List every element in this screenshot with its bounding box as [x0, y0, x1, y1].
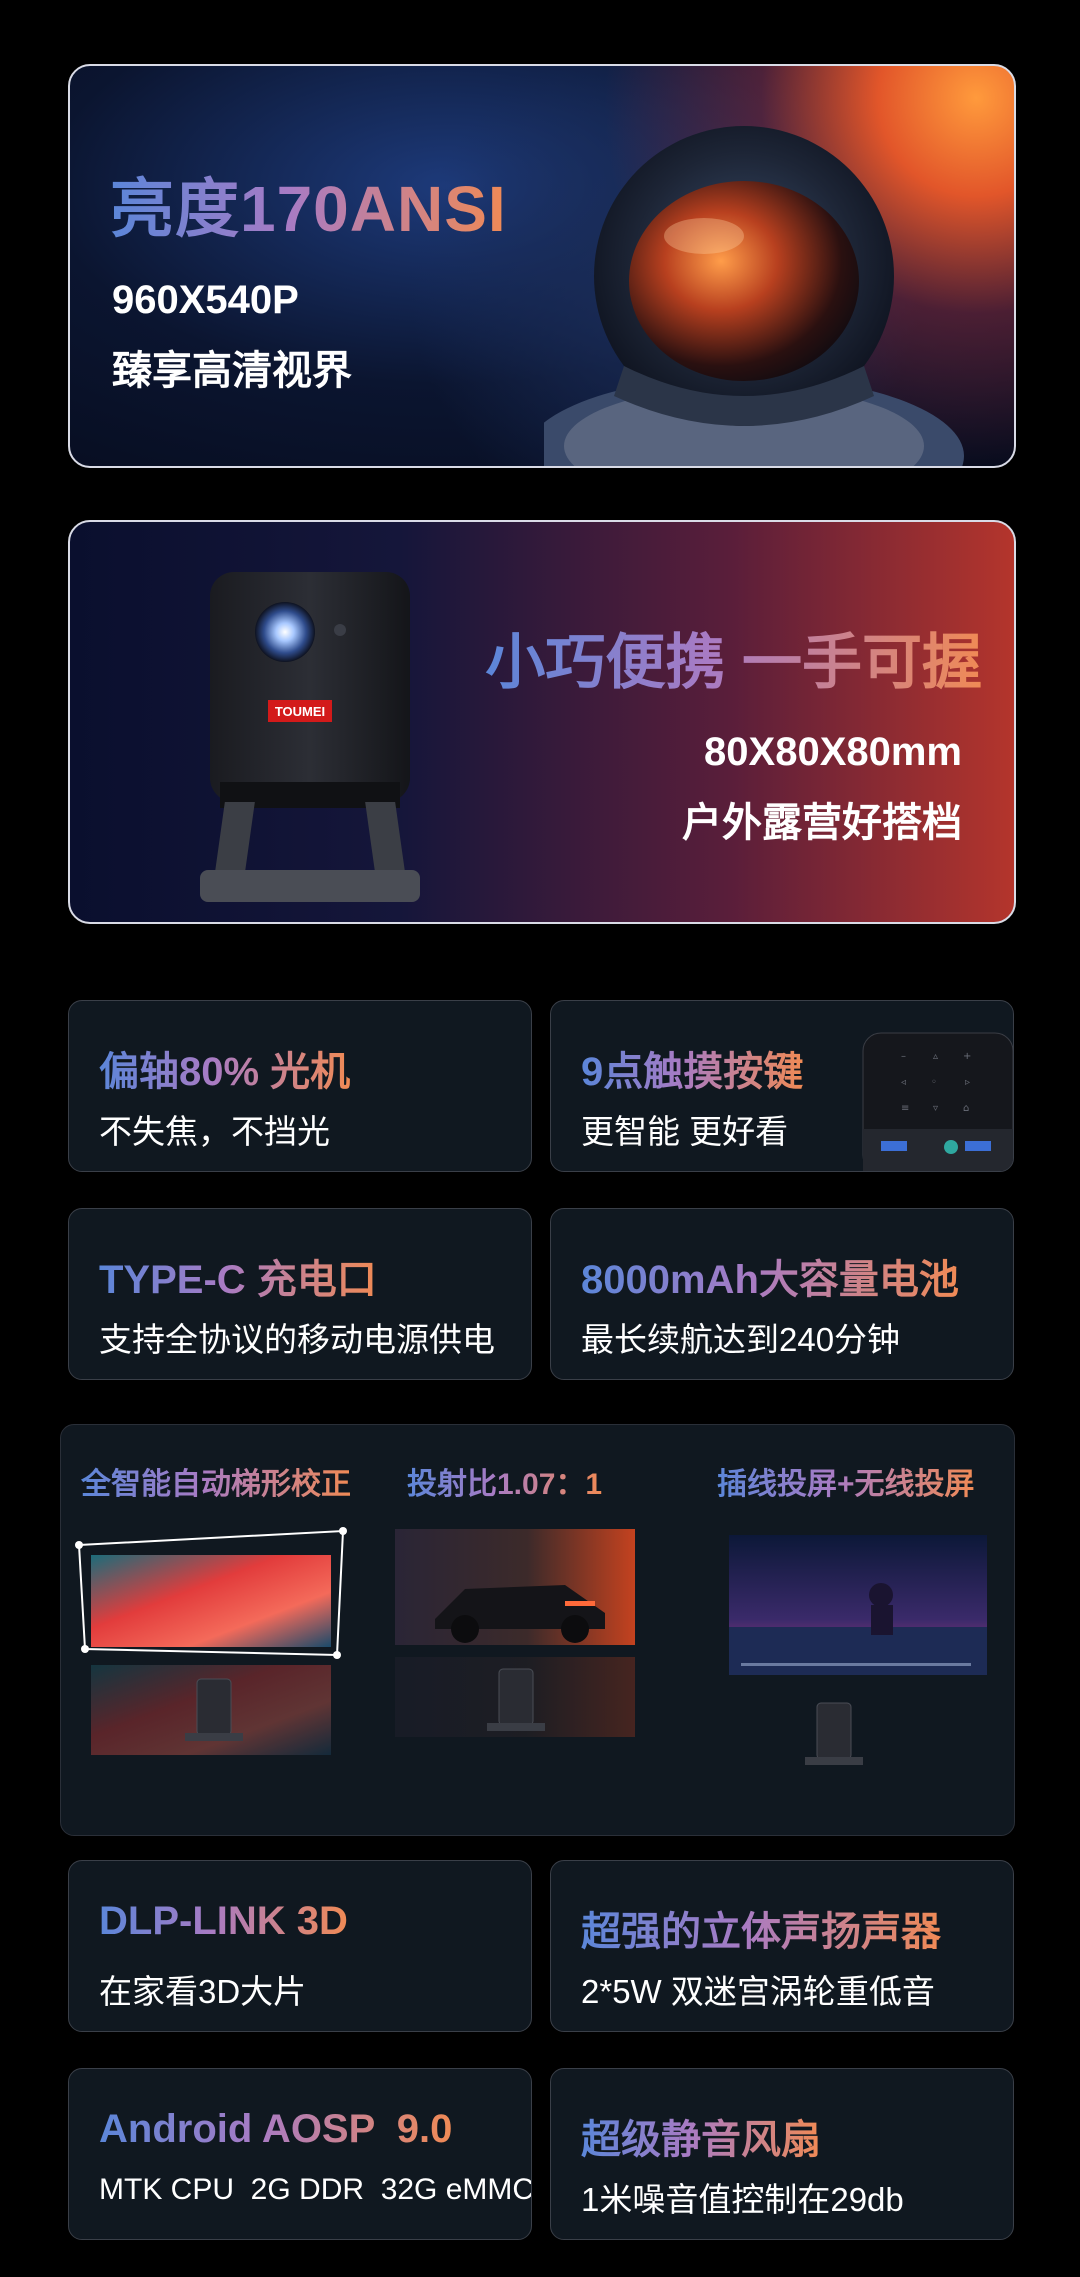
svg-text:+: + [963, 1051, 971, 1062]
camping-slogan: 户外露营好搭档 [682, 801, 962, 845]
feature-card-touch-keys: 9点触摸按键 更智能 更好看 – ▵ + ◃ ◦ ▹ ≡ ▿ ⌂ [550, 1000, 1014, 1172]
feature-card-android: Android AOSP 9.0 MTK CPU 2G DDR 32G eMMC [68, 2068, 532, 2240]
feature-card-fan: 超级静音风扇 1米噪音值控制在29db [550, 2068, 1014, 2240]
throw-ratio-title: 投射比1.07：1 [407, 1459, 602, 1503]
feature-title: 超级静音风扇 [581, 2107, 821, 2165]
screen-casting-image [729, 1535, 987, 1765]
brightness-title: 亮度170ANSI [110, 158, 507, 250]
feature-title: 9点触摸按键 [581, 1039, 803, 1097]
projector-image: TOUMEI [200, 572, 420, 902]
feature-desc: 2*5W 双迷宫涡轮重低音 [581, 1973, 935, 2010]
feature-desc: 1米噪音值控制在29db [581, 2181, 904, 2218]
feature-desc: MTK CPU 2G DDR 32G eMMC [99, 2173, 532, 2206]
feature-card-battery: 8000mAh大容量电池 最长续航达到240分钟 [550, 1208, 1014, 1380]
svg-text:◦: ◦ [931, 1077, 937, 1088]
feature-desc: 更智能 更好看 [581, 1113, 789, 1150]
touch-panel-image: – ▵ + ◃ ◦ ▹ ≡ ▿ ⌂ [862, 1032, 1013, 1171]
feature-desc: 在家看3D大片 [99, 1973, 307, 2010]
brightness-banner: 亮度170ANSI 960X540P 臻享高清视界 [68, 64, 1016, 468]
astronaut-image [544, 126, 964, 466]
feature-card-3d: DLP-LINK 3D 在家看3D大片 [68, 1860, 532, 2032]
svg-text:≡: ≡ [901, 1103, 909, 1114]
feature-desc: 支持全协议的移动电源供电 [99, 1321, 495, 1358]
feature-title: 8000mAh大容量电池 [581, 1247, 959, 1305]
feature-title: TYPE-C 充电口 [99, 1247, 377, 1305]
keystone-title: 全智能自动梯形校正 [81, 1459, 351, 1503]
portable-title: 小巧便携 一手可握 [485, 614, 982, 701]
svg-text:–: – [901, 1051, 906, 1062]
svg-text:⌂: ⌂ [963, 1103, 969, 1114]
feature-desc: 最长续航达到240分钟 [581, 1321, 901, 1358]
svg-text:◃: ◃ [901, 1077, 906, 1088]
projection-features-panel: 全智能自动梯形校正 投射比1.07：1 插线投屏+无线投屏 [60, 1424, 1015, 1836]
portable-banner: TOUMEI 小巧便携 一手可握 80X80X80mm 户外露营好搭档 [68, 520, 1016, 924]
dimensions-text: 80X80X80mm [704, 730, 962, 774]
feature-title: DLP-LINK 3D [99, 1899, 348, 1943]
feature-title: Android AOSP 9.0 [99, 2107, 453, 2151]
feature-card-typec: TYPE-C 充电口 支持全协议的移动电源供电 [68, 1208, 532, 1380]
svg-text:TOUMEI: TOUMEI [275, 704, 325, 719]
feature-title: 偏轴80% 光机 [99, 1039, 350, 1097]
hd-slogan: 臻享高清视界 [112, 349, 352, 393]
svg-text:▹: ▹ [965, 1077, 970, 1088]
feature-card-speaker: 超强的立体声扬声器 2*5W 双迷宫涡轮重低音 [550, 1860, 1014, 2032]
casting-title: 插线投屏+无线投屏 [717, 1459, 975, 1503]
feature-title: 超强的立体声扬声器 [581, 1899, 941, 1957]
feature-desc: 不失焦，不挡光 [99, 1113, 330, 1150]
svg-text:▵: ▵ [933, 1051, 938, 1062]
throw-ratio-image [395, 1529, 635, 1737]
svg-text:▿: ▿ [933, 1103, 938, 1114]
feature-card-optics: 偏轴80% 光机 不失焦，不挡光 [68, 1000, 532, 1172]
resolution-text: 960X540P [112, 278, 299, 322]
keystone-image [75, 1527, 347, 1755]
